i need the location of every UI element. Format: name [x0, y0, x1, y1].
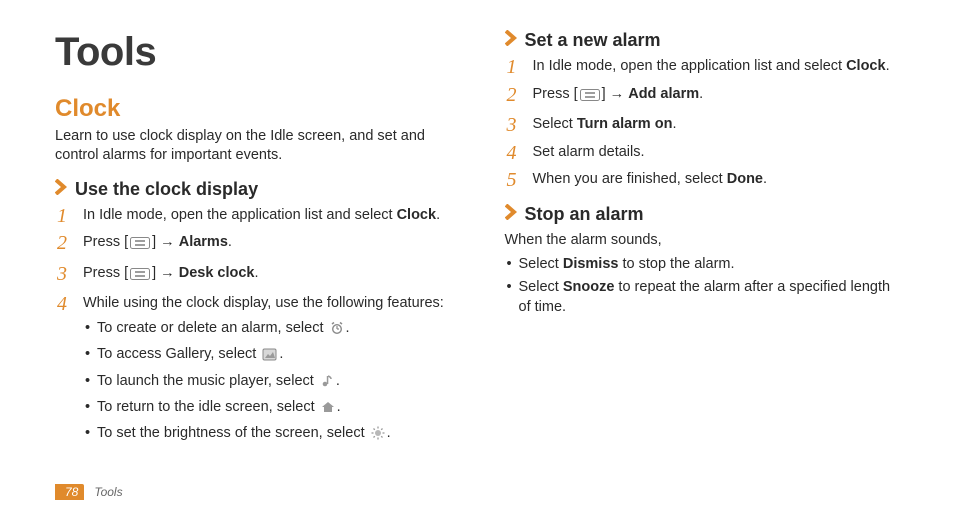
step-text: In Idle mode, open the application list … — [83, 207, 397, 223]
bullet-text: To create or delete an alarm, select — [97, 320, 328, 336]
step-text: . — [255, 265, 259, 281]
step-text: ] → — [152, 234, 179, 250]
step-item: Set alarm details. — [505, 143, 905, 163]
step-item: In Idle mode, open the application list … — [505, 57, 905, 77]
subsection-header-use-clock: Use the clock display — [55, 179, 455, 200]
step-item: Press [ ] → Desk clock. — [55, 264, 455, 287]
bullet-list: To create or delete an alarm, select . T… — [83, 318, 455, 446]
alarm-clock-icon — [330, 321, 344, 341]
bullet-text: To set the brightness of the screen, sel… — [97, 425, 369, 441]
step-text: While using the clock display, use the f… — [83, 295, 444, 311]
home-icon — [321, 400, 335, 420]
step-text: Press [ — [533, 86, 578, 102]
bullet-text: Select — [519, 279, 563, 295]
bullet-item: Select Snooze to repeat the alarm after … — [505, 277, 905, 318]
step-text: Set alarm details. — [533, 144, 645, 160]
bullet-item: To access Gallery, select . — [83, 344, 455, 367]
music-note-icon — [320, 374, 334, 394]
step-bold: Turn alarm on — [577, 116, 673, 132]
step-item: While using the clock display, use the f… — [55, 294, 455, 446]
step-bold: Alarms — [179, 234, 228, 250]
step-bold: Clock — [397, 207, 437, 223]
subsection-intro: When the alarm sounds, — [505, 231, 905, 250]
step-text: ] → — [602, 86, 629, 102]
step-bold: Done — [727, 171, 763, 187]
subsection-title: Use the clock display — [75, 179, 258, 200]
step-text: . — [228, 234, 232, 250]
bullet-item: To set the brightness of the screen, sel… — [83, 423, 455, 446]
subsection-header-stop-alarm: Stop an alarm — [505, 204, 905, 225]
chevron-right-icon — [505, 204, 517, 225]
step-text: . — [763, 171, 767, 187]
bullet-bold: Dismiss — [563, 256, 619, 272]
step-text: . — [886, 58, 890, 74]
step-item: Select Turn alarm on. — [505, 115, 905, 135]
bullet-list-stop-alarm: Select Dismiss to stop the alarm. Select… — [505, 254, 905, 318]
step-text: ] → — [152, 265, 179, 281]
bullet-text: Select — [519, 256, 563, 272]
subsection-title: Set a new alarm — [525, 30, 661, 51]
step-text: Press [ — [83, 234, 128, 250]
step-list-use-clock: In Idle mode, open the application list … — [55, 206, 455, 447]
step-bold: Desk clock — [179, 265, 255, 281]
menu-key-icon — [130, 236, 150, 256]
step-text: When you are finished, select — [533, 171, 727, 187]
step-text: Press [ — [83, 265, 128, 281]
bullet-text: to stop the alarm. — [618, 256, 734, 272]
step-item: Press [ ] → Add alarm. — [505, 85, 905, 108]
bullet-item: To launch the music player, select . — [83, 371, 455, 394]
step-text: . — [436, 207, 440, 223]
page-number: 78 — [55, 484, 84, 500]
step-item: Press [ ] → Alarms. — [55, 233, 455, 256]
section-heading-clock: Clock — [55, 95, 455, 123]
subsection-header-set-alarm: Set a new alarm — [505, 30, 905, 51]
bullet-item: Select Dismiss to stop the alarm. — [505, 254, 905, 274]
menu-key-icon — [130, 267, 150, 287]
page-title: Tools — [55, 30, 455, 75]
bullet-text: To return to the idle screen, select — [97, 399, 319, 415]
bullet-item: To create or delete an alarm, select . — [83, 318, 455, 341]
step-bold: Clock — [846, 58, 886, 74]
footer-label: Tools — [94, 485, 122, 499]
bullet-bold: Snooze — [563, 279, 615, 295]
section-intro: Learn to use clock display on the Idle s… — [55, 127, 455, 165]
bullet-text: To access Gallery, select — [97, 346, 260, 362]
step-item: When you are finished, select Done. — [505, 170, 905, 190]
step-text: In Idle mode, open the application list … — [533, 58, 847, 74]
subsection-title: Stop an alarm — [525, 204, 644, 225]
gallery-icon — [262, 347, 277, 367]
bullet-text: To launch the music player, select — [97, 373, 318, 389]
step-list-set-alarm: In Idle mode, open the application list … — [505, 57, 905, 190]
brightness-icon — [371, 426, 385, 446]
step-text: . — [699, 86, 703, 102]
chevron-right-icon — [55, 179, 67, 200]
menu-key-icon — [580, 88, 600, 108]
step-bold: Add alarm — [628, 86, 699, 102]
step-text: Select — [533, 116, 577, 132]
content-columns: Tools Clock Learn to use clock display o… — [55, 30, 904, 460]
chevron-right-icon — [505, 30, 517, 51]
manual-page: Tools Clock Learn to use clock display o… — [0, 0, 954, 518]
step-item: In Idle mode, open the application list … — [55, 206, 455, 226]
step-text: . — [672, 116, 676, 132]
page-footer: 78 Tools — [55, 484, 123, 500]
bullet-item: To return to the idle screen, select . — [83, 397, 455, 420]
